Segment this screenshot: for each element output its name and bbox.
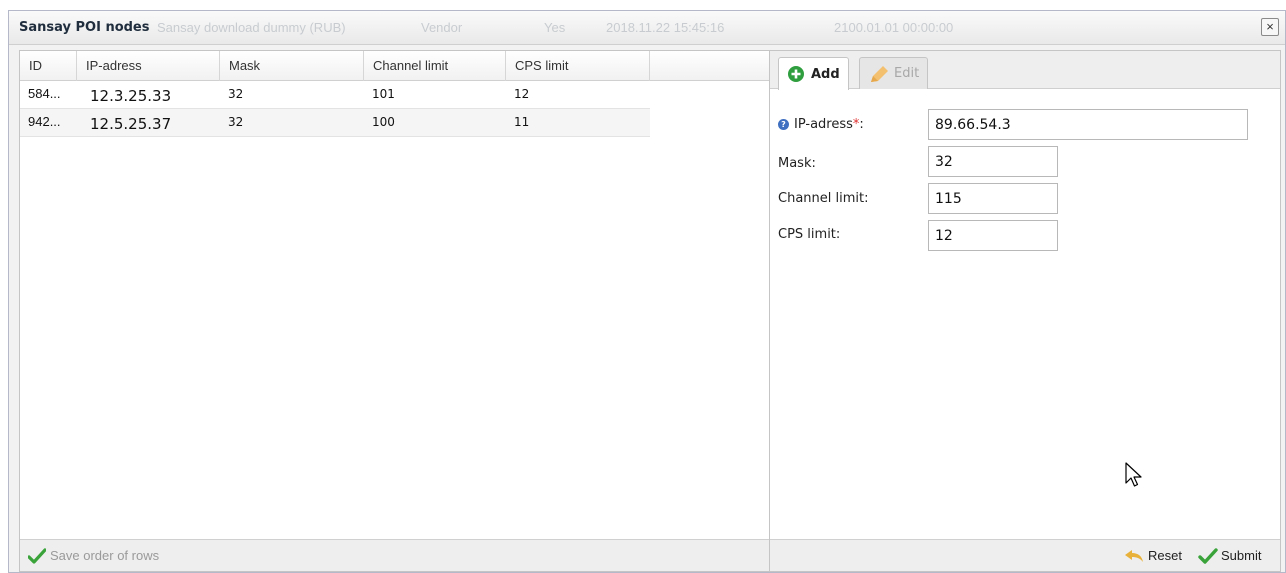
cell-id: 942... [28, 114, 61, 129]
ip-field-label: ? IP-adress*: [778, 117, 864, 132]
background-row-cell: Vendor [421, 20, 463, 35]
window-titlebar: Sansay POI nodes Sansay download dummy (… [9, 11, 1285, 45]
background-row-cell: Sansay download dummy (RUB) [157, 20, 346, 35]
tab-add-label: Add [811, 66, 840, 82]
reset-button[interactable]: Reset [1124, 546, 1182, 566]
table-row[interactable]: 942... 12.5.25.37 32 100 11 [20, 109, 650, 137]
ip-field[interactable] [928, 109, 1248, 140]
check-icon [28, 548, 46, 564]
cell-cps-limit: 12 [514, 87, 530, 101]
cps-limit-field-label: CPS limit: [778, 227, 841, 242]
column-header-mask[interactable]: Mask [220, 51, 364, 81]
cell-channel-limit: 100 [372, 115, 395, 129]
submit-button[interactable]: Submit [1198, 546, 1261, 566]
column-header-cps-limit[interactable]: CPS limit [506, 51, 650, 81]
pencil-icon [871, 65, 888, 82]
save-order-button[interactable]: Save order of rows [28, 546, 159, 566]
cell-mask: 32 [228, 115, 244, 129]
channel-limit-field-label: Channel limit: [778, 191, 869, 206]
tab-edit-label: Edit [894, 66, 920, 81]
form-tabbar: Add Edit [770, 51, 1280, 90]
poi-nodes-window: Sansay POI nodes Sansay download dummy (… [8, 10, 1286, 573]
mouse-cursor-icon [1125, 462, 1142, 487]
grid-header: ID IP-adress Mask Channel limit CPS limi… [20, 51, 769, 81]
table-row[interactable]: 584... 12.3.25.33 32 101 12 [20, 81, 650, 109]
column-header-ip[interactable]: IP-adress [77, 51, 220, 81]
save-order-label: Save order of rows [50, 548, 160, 563]
column-header-id[interactable]: ID [20, 51, 77, 81]
mask-field-label: Mask: [778, 156, 816, 171]
reset-arrow-icon [1125, 550, 1143, 562]
reset-label: Reset [1148, 548, 1182, 563]
add-icon [788, 66, 804, 82]
grid-toolbar: Save order of rows [20, 539, 769, 571]
close-icon: × [1266, 19, 1274, 34]
cell-mask: 32 [228, 87, 244, 101]
background-row-cell: 2100.01.01 00:00:00 [834, 20, 954, 35]
channel-limit-field[interactable] [928, 183, 1058, 214]
tab-add[interactable]: Add [778, 57, 849, 90]
mask-field[interactable] [928, 146, 1058, 177]
window-title: Sansay POI nodes [19, 20, 150, 35]
cell-channel-limit: 101 [372, 87, 395, 101]
poi-nodes-grid: ID IP-adress Mask Channel limit CPS limi… [19, 50, 770, 572]
background-row-cell: 2018.11.22 15:45:16 [606, 20, 725, 35]
help-icon[interactable]: ? [778, 119, 789, 130]
form-toolbar: Reset Submit [770, 539, 1280, 571]
cell-id: 584... [28, 86, 61, 101]
cell-ip: 12.5.25.37 [90, 115, 172, 133]
close-button[interactable]: × [1261, 18, 1279, 36]
column-header-channel-limit[interactable]: Channel limit [364, 51, 506, 81]
tab-edit[interactable]: Edit [859, 57, 929, 89]
check-icon [1198, 548, 1218, 564]
cps-limit-field[interactable] [928, 220, 1058, 251]
background-row-cell: Yes [544, 20, 566, 35]
node-form-panel: Add Edit ?IP-adress*: Mask: Channel limi… [770, 50, 1281, 572]
cell-ip: 12.3.25.33 [90, 87, 172, 105]
submit-label: Submit [1221, 548, 1262, 563]
cell-cps-limit: 11 [514, 115, 530, 129]
